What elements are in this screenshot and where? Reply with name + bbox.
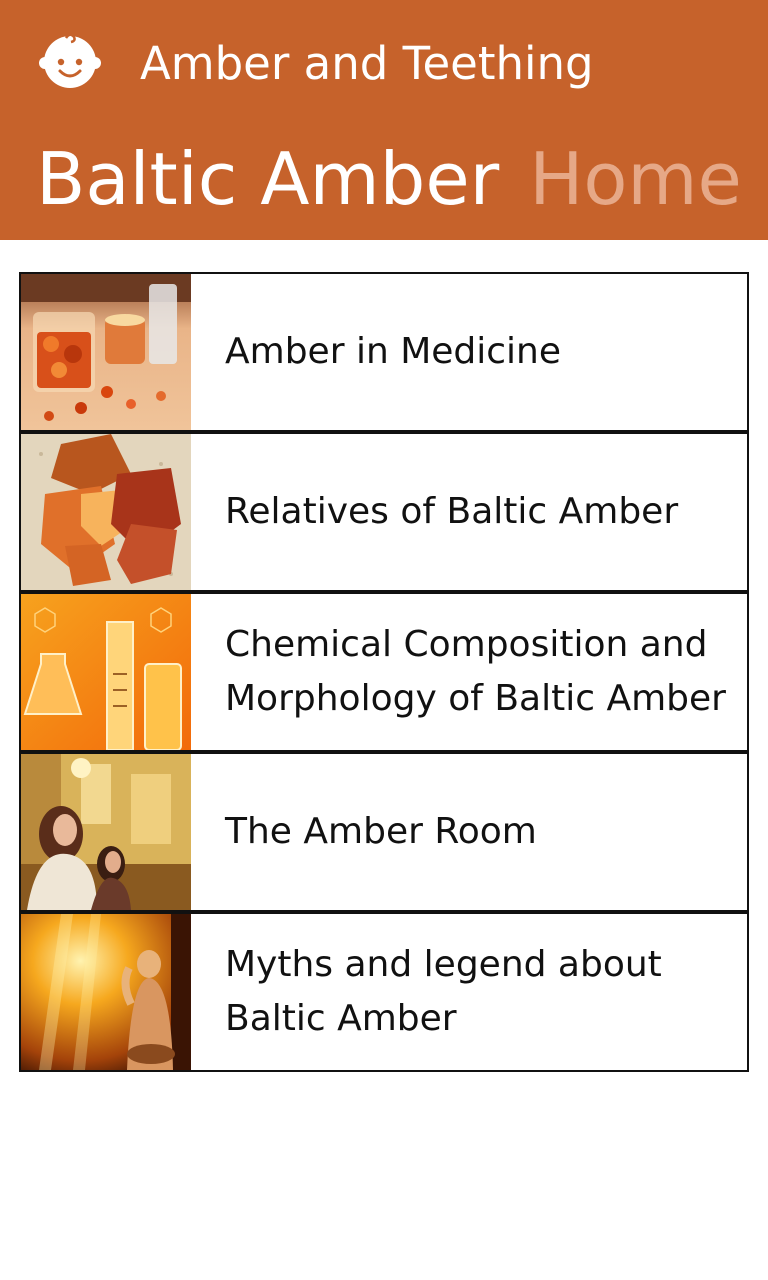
list-item-label: Chemical Composition and Morphology of B… xyxy=(225,624,726,719)
pivot-tab-baltic-amber[interactable]: Baltic Amber xyxy=(36,137,499,221)
list-item[interactable]: Myths and legend about Baltic Amber xyxy=(19,912,749,1072)
list-item-label: Myths and legend about Baltic Amber xyxy=(225,944,662,1039)
lab-glassware-image xyxy=(21,594,191,750)
baby-face-icon xyxy=(38,30,102,90)
amber-glass-candle-image xyxy=(21,274,191,430)
golden-statue-light-image xyxy=(21,914,191,1070)
list-item[interactable]: The Amber Room xyxy=(19,752,749,912)
list-item-label: Amber in Medicine xyxy=(225,331,562,372)
pivot-tab-home[interactable]: Home xyxy=(529,137,742,221)
list-item[interactable]: Amber in Medicine xyxy=(19,272,749,432)
amber-room-visitors-image xyxy=(21,754,191,910)
list-item-label: Relatives of Baltic Amber xyxy=(225,491,679,532)
list-item-label: The Amber Room xyxy=(225,811,537,852)
raw-amber-stones-image xyxy=(21,434,191,590)
app-title: Amber and Teething xyxy=(140,37,594,90)
list-item[interactable]: Chemical Composition and Morphology of B… xyxy=(19,592,749,752)
pivot-header: Baltic Amber Home xyxy=(36,134,742,224)
list-item[interactable]: Relatives of Baltic Amber xyxy=(19,432,749,592)
app-header: Amber and Teething Baltic Amber Home xyxy=(0,0,768,240)
